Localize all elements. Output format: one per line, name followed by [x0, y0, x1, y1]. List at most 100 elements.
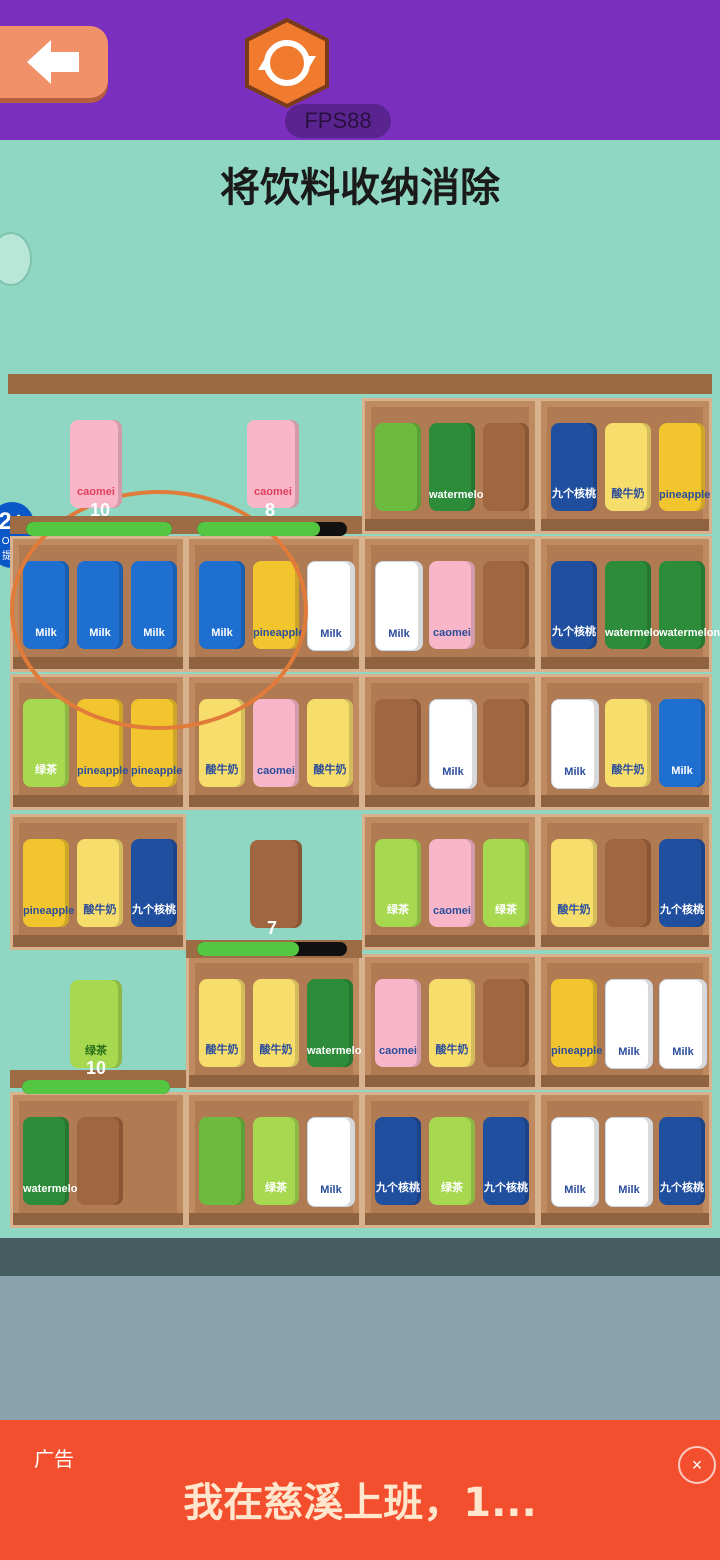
drink-strawberry[interactable]: caomei [375, 979, 421, 1067]
drink-pineapple[interactable]: pineapple [23, 839, 74, 927]
shelf-cell[interactable]: 绿茶 caomei 绿茶 [362, 814, 538, 950]
drink-label: watermelon [429, 489, 491, 501]
pending-drink-strawberry[interactable]: caomei [247, 420, 299, 508]
drink-milk-carton[interactable]: Milk [199, 561, 245, 649]
drink-green-tea[interactable]: 绿茶 [375, 839, 421, 927]
drink-milk-bottle[interactable]: Milk [551, 1117, 599, 1207]
drink-walnut[interactable]: 九个核桃 [375, 1117, 421, 1205]
drink-dino[interactable] [605, 839, 651, 927]
cell-ledge [13, 935, 183, 947]
drink-dino[interactable] [483, 699, 529, 787]
drink-dino[interactable] [77, 1117, 123, 1205]
drink-milk-bottle[interactable]: Milk [659, 979, 707, 1069]
drink-milk-carton[interactable]: Milk [23, 561, 69, 649]
shelf-cell[interactable]: 九个核桃 酸牛奶 pineapple [538, 398, 712, 534]
drink-green-tea[interactable]: 绿茶 [23, 699, 69, 787]
drink-milk-bottle[interactable]: Milk [605, 979, 653, 1069]
drink-green-tea[interactable]: 绿茶 [253, 1117, 299, 1205]
drink-milk-bottle[interactable]: Milk [307, 1117, 355, 1207]
drink-watermelon[interactable]: watermelon [429, 423, 491, 511]
drink-strawberry[interactable]: caomei [253, 699, 299, 787]
drink-label: Milk [388, 628, 410, 640]
pending-drink-dino[interactable] [250, 840, 302, 928]
cell-ledge [13, 795, 183, 807]
shelf-cell[interactable]: 酸牛奶 酸牛奶 watermelon [186, 954, 368, 1090]
shelf-cell[interactable]: Milk 酸牛奶 Milk [538, 674, 712, 810]
drink-pineapple[interactable]: pineapple [77, 699, 128, 787]
drink-pineapple[interactable]: pineapple [253, 561, 304, 649]
drink-green-tea[interactable]: 绿茶 [429, 1117, 475, 1205]
shelf-cell[interactable]: 酸牛奶 caomei 酸牛奶 [186, 674, 362, 810]
drink-walnut[interactable]: 九个核桃 [483, 1117, 529, 1205]
drink-walnut[interactable]: 九个核桃 [131, 839, 177, 927]
drink-yogurt[interactable]: 酸牛奶 [307, 699, 353, 787]
shelf-cell[interactable]: Milk pineapple Milk [186, 536, 362, 672]
drink-strawberry[interactable]: caomei [429, 561, 475, 649]
shelf-cell[interactable]: Milk [362, 674, 538, 810]
shelf-cell[interactable]: 九个核桃 watermelon watermelon [538, 536, 720, 672]
drink-yogurt[interactable]: 酸牛奶 [199, 979, 245, 1067]
cell-ledge [541, 935, 709, 947]
shelf-cell[interactable]: 酸牛奶 九个核桃 [538, 814, 712, 950]
drink-pineapple[interactable]: pineapple [659, 423, 710, 511]
drink-pineapple[interactable]: pineapple [131, 699, 182, 787]
shelf-cell[interactable]: watermelon [10, 1092, 186, 1228]
drink-milk-bottle[interactable]: Milk [307, 561, 355, 651]
cell-ledge [541, 1213, 709, 1225]
cell-ledge [541, 795, 709, 807]
cell-ledge [189, 1213, 359, 1225]
drink-walnut[interactable]: 九个核桃 [659, 839, 705, 927]
drink-yogurt[interactable]: 酸牛奶 [77, 839, 123, 927]
drink-dino[interactable] [483, 423, 529, 511]
back-button[interactable] [0, 26, 108, 98]
drink-walnut[interactable]: 九个核桃 [551, 423, 597, 511]
shelf-cell[interactable]: Milk Milk 九个核桃 [538, 1092, 712, 1228]
shelf-cell[interactable]: pineapple Milk Milk [538, 954, 712, 1090]
drink-cactus[interactable] [375, 423, 421, 511]
pending-drink-green-tea[interactable]: 绿茶 [70, 980, 122, 1068]
drink-walnut[interactable]: 九个核桃 [659, 1117, 705, 1205]
drink-watermelon[interactable]: watermelon [659, 561, 720, 649]
drink-label: Milk [143, 627, 165, 639]
stack-counter: 10 [89, 500, 111, 520]
drink-milk-bottle[interactable]: Milk [551, 699, 599, 789]
drink-yogurt[interactable]: 酸牛奶 [253, 979, 299, 1067]
pending-drink-strawberry[interactable]: caomei [70, 420, 122, 508]
ad-text[interactable]: 我在慈溪上班，1... [0, 1470, 720, 1528]
drink-milk-carton[interactable]: Milk [77, 561, 123, 649]
drink-yogurt[interactable]: 酸牛奶 [605, 699, 651, 787]
shelf-cell[interactable]: caomei 酸牛奶 [362, 954, 538, 1090]
drink-yogurt[interactable]: 酸牛奶 [429, 979, 475, 1067]
drink-milk-bottle[interactable]: Milk [429, 699, 477, 789]
drink-strawberry[interactable]: caomei [429, 839, 475, 927]
ad-close-button[interactable]: × [678, 1446, 716, 1484]
drink-milk-carton[interactable]: Milk [131, 561, 177, 649]
drink-milk-carton[interactable]: Milk [659, 699, 705, 787]
cell-ledge [13, 1213, 183, 1225]
drink-milk-bottle[interactable]: Milk [605, 1117, 653, 1207]
drink-milk-bottle[interactable]: Milk [375, 561, 423, 651]
drink-watermelon[interactable]: watermelon [605, 561, 666, 649]
shelf-cell[interactable]: watermelon [362, 398, 538, 534]
drink-watermelon[interactable]: watermelon [307, 979, 368, 1067]
shelf-cell[interactable]: 九个核桃 绿茶 九个核桃 [362, 1092, 538, 1228]
drink-dino[interactable] [375, 699, 421, 787]
drink-label: caomei [433, 627, 471, 639]
drink-yogurt[interactable]: 酸牛奶 [551, 839, 597, 927]
drink-cactus[interactable] [199, 1117, 245, 1205]
shelf-cell[interactable]: 绿茶 Milk [186, 1092, 362, 1228]
drink-walnut[interactable]: 九个核桃 [551, 561, 597, 649]
restart-button[interactable] [242, 17, 332, 109]
drink-dino[interactable] [483, 561, 529, 649]
drink-green-tea[interactable]: 绿茶 [483, 839, 529, 927]
shelf-cell[interactable]: 绿茶 pineapple pineapple [10, 674, 186, 810]
drink-dino[interactable] [483, 979, 529, 1067]
drink-yogurt[interactable]: 酸牛奶 [605, 423, 651, 511]
level-title: 将饮料收纳消除 [220, 165, 500, 211]
drink-yogurt[interactable]: 酸牛奶 [199, 699, 245, 787]
drink-pineapple[interactable]: pineapple [551, 979, 602, 1067]
shelf-cell[interactable]: Milk Milk Milk [10, 536, 186, 672]
shelf-cell[interactable]: Milk caomei [362, 536, 538, 672]
drink-watermelon[interactable]: watermelon [23, 1117, 84, 1205]
shelf-cell[interactable]: pineapple 酸牛奶 九个核桃 [10, 814, 186, 950]
